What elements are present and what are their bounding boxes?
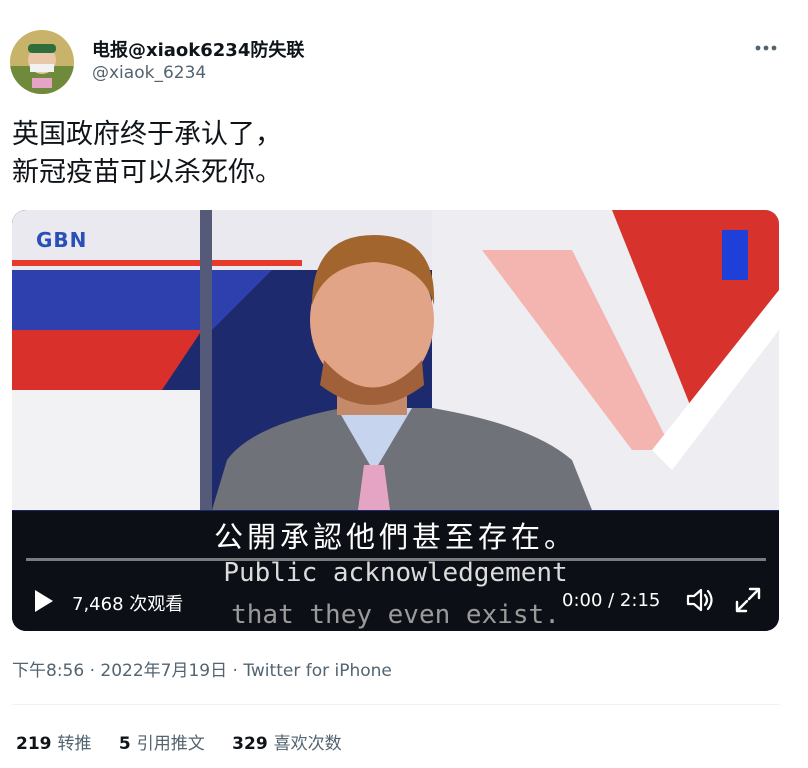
more-horizontal-icon — [755, 45, 777, 51]
tweet-text-line: 新冠疫苗可以杀死你。 — [12, 157, 282, 188]
quotes-stat[interactable]: 5 引用推文 — [119, 729, 205, 754]
subtitle-english: Public acknowledgement — [223, 558, 568, 588]
view-count: 7,468 次观看 — [72, 594, 184, 615]
tweet-text: 英国政府终于承认了， 新冠疫苗可以杀死你。 — [12, 116, 772, 192]
avatar[interactable] — [10, 30, 74, 94]
retweets-count: 219 — [16, 734, 52, 754]
play-button[interactable] — [30, 588, 56, 614]
more-options-button[interactable] — [752, 36, 780, 60]
likes-count: 329 — [232, 734, 268, 754]
retweets-stat[interactable]: 219 转推 — [16, 729, 92, 754]
divider — [12, 704, 780, 705]
likes-stat[interactable]: 329 喜欢次数 — [232, 729, 342, 754]
channel-logo: GBN — [36, 228, 88, 252]
video-time: 0:00 / 2:15 — [562, 590, 661, 611]
meta-separator: · — [232, 661, 244, 681]
subtitle-chinese: 公開承認他們甚至存在。 — [213, 520, 577, 554]
likes-label: 喜欢次数 — [273, 734, 342, 754]
tweet-text-line: 英国政府终于承认了， — [12, 119, 282, 150]
author-handle[interactable]: @xiaok_6234 — [92, 63, 206, 83]
retweets-label: 转推 — [57, 734, 92, 754]
avatar-image — [10, 30, 74, 94]
play-icon — [35, 590, 53, 612]
quotes-label: 引用推文 — [136, 734, 205, 754]
tweet-meta: 下午8:56 · 2022年7月19日 · Twitter for iPhone — [12, 656, 392, 681]
fullscreen-button[interactable] — [734, 586, 762, 614]
fullscreen-icon — [735, 587, 761, 613]
author-name[interactable]: 电报@xiaok6234防失联 — [92, 36, 304, 62]
tweet-stats: 219 转推 5 引用推文 329 喜欢次数 — [16, 729, 364, 754]
volume-icon — [686, 588, 713, 612]
quotes-count: 5 — [118, 734, 131, 754]
tweet-timestamp[interactable]: 下午8:56 · 2022年7月19日 — [12, 661, 227, 681]
tweet-source[interactable]: Twitter for iPhone — [243, 661, 392, 681]
volume-button[interactable] — [685, 586, 715, 614]
video-player[interactable]: GBN 公開承認他們甚至存在。 Public acknowledgement t… — [12, 210, 779, 631]
